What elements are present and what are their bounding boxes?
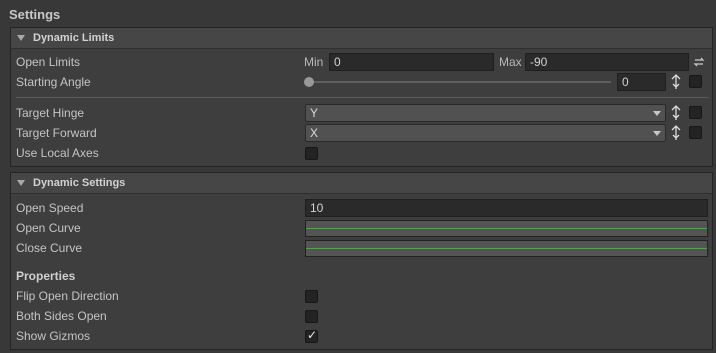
chevron-down-icon [653, 131, 661, 136]
close-curve-line [306, 248, 707, 249]
starting-angle-slider-thumb[interactable] [304, 77, 314, 87]
target-hinge-label: Target Hinge [16, 106, 85, 120]
show-gizmos-checkbox[interactable]: ✓ [305, 328, 318, 343]
min-label: Min [304, 55, 324, 69]
target-forward-label: Target Forward [16, 126, 97, 140]
open-speed-row: Open Speed 10 [11, 198, 712, 218]
pin-icon[interactable] [670, 74, 682, 90]
flip-open-direction-row: Flip Open Direction [11, 286, 712, 306]
close-curve-field[interactable] [305, 240, 708, 257]
collapse-triangle-icon[interactable] [17, 180, 25, 186]
divider [16, 97, 709, 98]
both-sides-open-row: Both Sides Open [11, 306, 712, 326]
close-curve-row: Close Curve [11, 238, 712, 258]
target-hinge-row: Target Hinge Y [11, 103, 712, 123]
starting-angle-input[interactable]: 0 [617, 73, 666, 91]
flip-open-direction-checkbox[interactable] [305, 290, 318, 303]
starting-angle-checkbox[interactable] [689, 75, 702, 88]
target-hinge-value: Y [310, 106, 319, 120]
close-curve-label: Close Curve [16, 241, 83, 255]
chevron-down-icon [653, 111, 661, 116]
dynamic-settings-header[interactable]: Dynamic Settings [11, 173, 712, 194]
target-forward-value: X [310, 126, 319, 140]
starting-angle-row: Starting Angle 0 [11, 72, 712, 92]
dynamic-limits-title: Dynamic Limits [33, 32, 115, 44]
dynamic-limits-panel: Dynamic Limits Open Limits Min 0 Max -90… [10, 27, 713, 167]
max-input[interactable]: -90 [525, 53, 689, 71]
target-hinge-dropdown[interactable]: Y [305, 104, 666, 122]
starting-angle-slider-track[interactable] [309, 81, 611, 83]
target-forward-row: Target Forward X [11, 123, 712, 143]
pin-icon[interactable] [670, 105, 682, 121]
target-forward-dropdown[interactable]: X [305, 124, 666, 142]
open-curve-field[interactable] [305, 220, 708, 237]
open-speed-input[interactable]: 10 [305, 199, 708, 217]
checkmark-icon: ✓ [307, 328, 318, 342]
starting-angle-label: Starting Angle [16, 75, 91, 89]
dynamic-settings-panel: Dynamic Settings Open Speed 10 Open Curv… [10, 172, 713, 350]
both-sides-open-checkbox[interactable] [305, 310, 318, 323]
page-title: Settings [9, 7, 61, 22]
open-limits-label: Open Limits [16, 55, 81, 69]
use-local-axes-label: Use Local Axes [16, 146, 99, 160]
dynamic-settings-title: Dynamic Settings [33, 177, 126, 189]
min-input[interactable]: 0 [329, 53, 494, 71]
show-gizmos-label: Show Gizmos [16, 329, 91, 343]
open-curve-label: Open Curve [16, 221, 81, 235]
target-hinge-checkbox[interactable] [689, 106, 702, 119]
target-forward-checkbox[interactable] [689, 126, 702, 139]
flip-open-direction-label: Flip Open Direction [16, 289, 119, 303]
use-local-axes-row: Use Local Axes [11, 143, 712, 163]
max-label: Max [499, 55, 522, 69]
open-curve-line [306, 228, 707, 229]
properties-header: Properties [16, 269, 76, 283]
collapse-triangle-icon[interactable] [17, 35, 25, 41]
use-local-axes-checkbox[interactable] [305, 147, 318, 160]
swap-icon[interactable] [693, 54, 705, 70]
open-curve-row: Open Curve [11, 218, 712, 238]
pin-icon[interactable] [670, 125, 682, 141]
dynamic-limits-header[interactable]: Dynamic Limits [11, 28, 712, 49]
open-limits-row: Open Limits Min 0 Max -90 [11, 52, 712, 72]
open-speed-label: Open Speed [16, 201, 84, 215]
show-gizmos-row: Show Gizmos ✓ [11, 326, 712, 346]
both-sides-open-label: Both Sides Open [16, 309, 107, 323]
